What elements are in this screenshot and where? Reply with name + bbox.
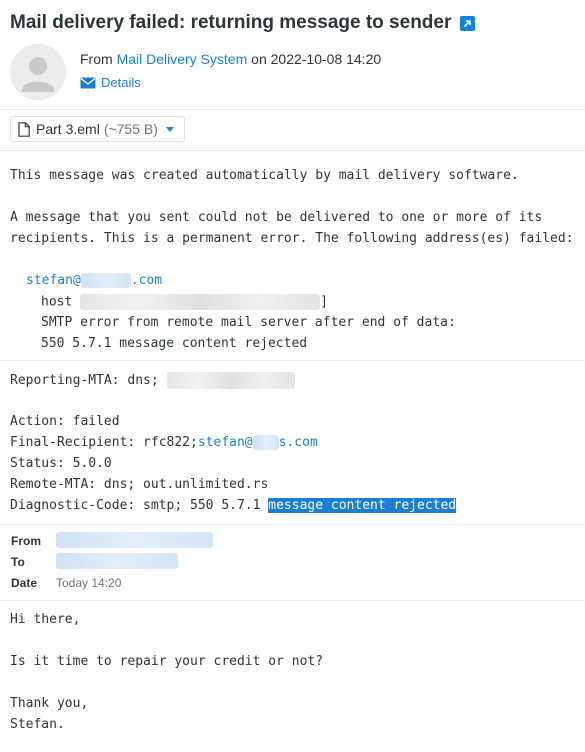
details-toggle[interactable]: Details (80, 75, 141, 90)
redacted-original-from (56, 532, 213, 548)
diagnostic-prefix: Diagnostic-Code: smtp; 550 5.7.1 (10, 498, 261, 513)
failed-address-tld: .com (130, 273, 163, 288)
body-line-notice: A message that you sent could not be del… (10, 210, 543, 225)
envelope-icon (80, 77, 96, 88)
details-label: Details (101, 75, 141, 90)
original-greeting: Hi there, (10, 612, 81, 627)
original-from-label: From (11, 534, 41, 548)
host-line: host ] (41, 294, 328, 310)
attachment-chip[interactable]: Part 3.eml (~755 B) (10, 116, 185, 142)
attachment-name: Part 3.eml (36, 121, 100, 137)
message-date: 2022-10-08 14:20 (270, 51, 382, 67)
reporting-mta: Reporting-MTA: dns; (10, 373, 159, 388)
sender-avatar (10, 44, 66, 100)
attachment-divider (0, 150, 585, 151)
body-line-permanent: recipients. This is a permanent error. T… (10, 231, 574, 246)
smtp-code-line: 550 5.7.1 message content rejected (41, 336, 308, 351)
redacted-mta (166, 372, 295, 389)
host-close: ] (320, 294, 328, 310)
host-label: host (41, 294, 73, 310)
action-line: Action: failed (10, 414, 120, 429)
final-recipient-label: Final-Recipient: rfc822; (10, 435, 198, 450)
failed-address-user: stefan@ (26, 273, 81, 288)
reporting-mta-line: Reporting-MTA: dns; (10, 372, 295, 389)
header-divider (0, 109, 585, 110)
original-question: Is it time to repair your credit or not? (10, 654, 324, 669)
original-signature: Stefan. (10, 717, 65, 732)
final-recipient-user[interactable]: stefan@ (198, 435, 253, 450)
original-to-label: To (11, 555, 25, 569)
file-icon (18, 121, 30, 137)
original-divider (0, 524, 585, 525)
attachment-size: (~755 B) (103, 121, 158, 137)
diagnostic-code-line: Diagnostic-Code: smtp; 550 5.7.1 message… (10, 498, 457, 513)
body-line-auto: This message was created automatically b… (10, 168, 519, 183)
original-thanks: Thank you, (10, 696, 89, 711)
failed-address[interactable]: stefan@ .com (26, 273, 162, 288)
person-icon (22, 57, 54, 92)
from-line: From Mail Delivery System on 2022-10-08 … (80, 51, 381, 67)
original-date-label: Date (11, 576, 38, 590)
diagnostic-selection[interactable]: message content rejected (268, 498, 457, 513)
date-prefix: on (251, 51, 267, 67)
original-body-divider (0, 600, 585, 601)
redacted-recipient-domain (252, 435, 279, 450)
status-line: Status: 5.0.0 (10, 456, 112, 471)
final-recipient-tld: .com (286, 435, 318, 450)
redacted-original-to (56, 553, 178, 569)
from-prefix: From (80, 51, 113, 67)
sender-link[interactable]: Mail Delivery System (117, 51, 248, 67)
subject-row: Mail delivery failed: returning message … (10, 12, 476, 34)
external-link-icon[interactable] (460, 15, 476, 31)
remote-mta-line: Remote-MTA: dns; out.unlimited.rs (10, 477, 269, 492)
redacted-domain (80, 273, 131, 288)
final-recipient-line: Final-Recipient: rfc822;stefan@ s.com (10, 435, 318, 450)
message-subject: Mail delivery failed: returning message … (10, 12, 452, 33)
redacted-host (80, 294, 321, 310)
report-divider (0, 360, 585, 361)
original-date-value: Today 14:20 (56, 576, 122, 590)
smtp-error-line: SMTP error from remote mail server after… (41, 315, 456, 330)
caret-down-icon[interactable] (165, 126, 174, 132)
